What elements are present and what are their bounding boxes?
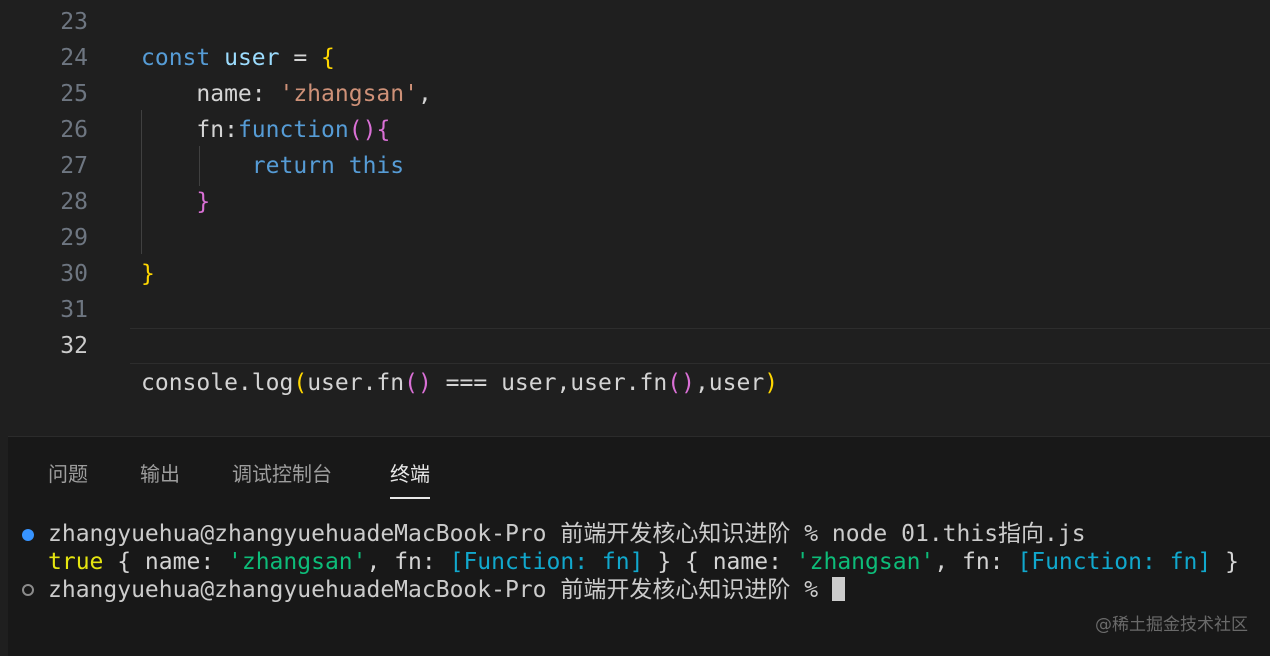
line-number: 24 [60, 45, 88, 71]
terminal-token: } [1211, 549, 1239, 575]
code-token: fn [141, 117, 225, 143]
code-token: user.fn [307, 370, 405, 396]
terminal-prompt-text: zhangyuehua@zhangyuehuadeMacBook-Pro 前端开… [48, 577, 832, 603]
terminal-token: , fn: [934, 549, 1018, 575]
bottom-panel: 问题 输出 调试控制台 终端 zhangyuehua@zhangyuehuade… [8, 436, 1270, 656]
code-token: ( [293, 370, 308, 396]
code-line[interactable]: 25 name: 'zhangsan', [0, 76, 1270, 112]
line-code: fn:function(){ [141, 112, 390, 148]
terminal-token: [Function: fn] [449, 549, 644, 575]
code-token: 'zhangsan' [279, 81, 418, 107]
code-token: function [237, 117, 349, 143]
code-line[interactable]: 26 fn:function(){ [0, 112, 1270, 148]
terminal-token: { name: [103, 549, 229, 575]
line-number: 31 [60, 297, 88, 323]
code-token: name [141, 81, 252, 107]
code-token: } [141, 189, 211, 215]
code-editor[interactable]: 23 24 const user = {25 name: 'zhangsan', 26… [0, 0, 1270, 436]
line-number: 28 [60, 189, 88, 215]
code-line[interactable]: 23 [0, 4, 1270, 40]
code-line[interactable]: 27 return this [0, 148, 1270, 184]
tab-output[interactable]: 输出 [140, 455, 180, 493]
command-success-dot-icon[interactable] [22, 529, 34, 541]
command-pending-dot-icon[interactable] [22, 584, 34, 596]
code-token: ) [764, 370, 779, 396]
code-token: this [348, 153, 405, 179]
line-code: return this [141, 148, 404, 184]
line-number: 25 [60, 81, 88, 107]
line-code: } [141, 256, 155, 292]
line-number: 27 [60, 153, 88, 179]
line-number: 30 [60, 261, 88, 287]
terminal-token: 'zhangsan' [795, 549, 935, 575]
code-line[interactable]: 29 [0, 220, 1270, 256]
code-token: } [141, 261, 155, 287]
code-token: console.log [141, 370, 294, 396]
line-number-current: 32 [60, 333, 88, 359]
code-line[interactable]: 28 } [0, 184, 1270, 220]
terminal-prompt-line[interactable]: zhangyuehua@zhangyuehuadeMacBook-Pro 前端开… [48, 575, 845, 605]
code-token: () [348, 117, 377, 143]
line-number: 29 [60, 225, 88, 251]
code-token: === user,user.fn [431, 370, 668, 396]
tab-problems[interactable]: 问题 [48, 455, 88, 493]
code-token: = [279, 45, 322, 71]
current-line[interactable]: console.log(user.fn() === user,user.fn()… [130, 328, 1270, 396]
current-line-code: console.log(user.fn() === user,user.fn()… [141, 365, 778, 401]
code-token: user [224, 45, 280, 71]
terminal-cursor [831, 577, 845, 601]
terminal-token: [Function: fn] [1017, 549, 1212, 575]
line-code: const user = { [141, 40, 335, 76]
code-token: ,user [694, 370, 765, 396]
code-token: : [224, 117, 238, 143]
code-token: , [417, 81, 432, 107]
activity-strip [0, 436, 8, 656]
terminal-output-line: true { name: 'zhangsan', fn: [Function: … [48, 547, 1239, 577]
tab-debug-console[interactable]: 调试控制台 [232, 455, 332, 493]
line-code: } [141, 184, 210, 220]
line-number: 26 [60, 117, 88, 143]
terminal-command-line: zhangyuehua@zhangyuehuadeMacBook-Pro 前端开… [48, 521, 1086, 547]
code-token: { [321, 45, 335, 71]
terminal-token: , fn: [366, 549, 450, 575]
code-token: () [404, 370, 432, 396]
code-line[interactable]: 31 [0, 292, 1270, 328]
code-line[interactable]: 30} [0, 256, 1270, 292]
terminal-token: } { name: [643, 549, 796, 575]
line-number: 23 [60, 9, 88, 35]
terminal-token: 'zhangsan' [228, 549, 367, 575]
code-token: const [141, 45, 211, 71]
code-token: : [251, 81, 280, 107]
terminal-token: true [48, 549, 104, 575]
code-token: () [667, 370, 695, 396]
tab-terminal[interactable]: 终端 [390, 455, 430, 499]
code-line[interactable]: 24 const user = { [0, 40, 1270, 76]
watermark: @稀土掘金技术社区 [1095, 615, 1248, 635]
code-token: return [141, 153, 335, 179]
code-token: { [376, 117, 391, 143]
line-code: name: 'zhangsan', [141, 76, 432, 112]
